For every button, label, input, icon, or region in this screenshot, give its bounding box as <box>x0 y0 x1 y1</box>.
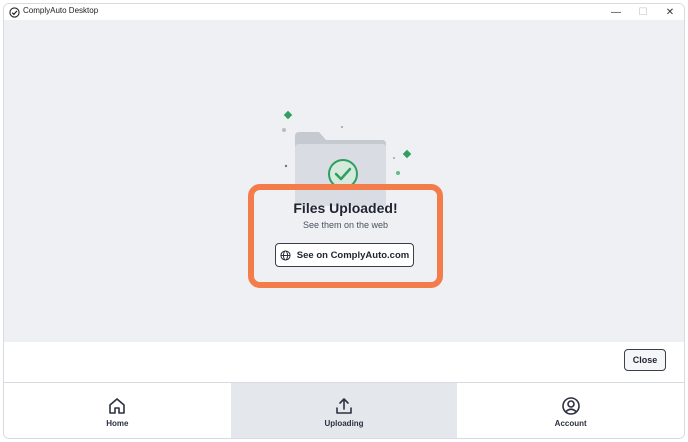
app-window: ComplyAuto Desktop — ☐ ✕ Files Uploaded!… <box>3 3 685 439</box>
close-button[interactable]: Close <box>624 349 666 371</box>
app-logo-icon <box>9 7 20 18</box>
see-on-web-label: See on ComplyAuto.com <box>296 249 410 261</box>
upload-status-title: Files Uploaded! <box>293 200 398 216</box>
window-title: ComplyAuto Desktop <box>23 6 99 15</box>
nav-item-home[interactable]: Home <box>4 383 231 438</box>
title-bar: ComplyAuto Desktop — ☐ ✕ <box>4 4 684 20</box>
nav-item-account[interactable]: Account <box>457 383 684 438</box>
upload-status-panel: Files Uploaded! See them on the web See … <box>4 20 684 342</box>
home-icon <box>109 397 126 414</box>
account-icon <box>561 396 580 415</box>
nav-item-uploading[interactable]: Uploading <box>230 383 458 438</box>
bottom-nav: Home Uploading Account <box>4 382 684 438</box>
see-on-web-button[interactable]: See on ComplyAuto.com <box>275 243 414 267</box>
upload-icon <box>336 397 352 414</box>
nav-label-account: Account <box>554 418 587 428</box>
nav-label-uploading: Uploading <box>324 418 364 428</box>
footer-bar <box>4 342 684 382</box>
minimize-button[interactable]: — <box>603 4 629 20</box>
upload-status-subtitle: See them on the web <box>302 220 389 230</box>
globe-icon <box>280 249 291 261</box>
maximize-button[interactable]: ☐ <box>630 4 656 20</box>
nav-label-home: Home <box>106 418 129 428</box>
close-window-button[interactable]: ✕ <box>657 4 683 20</box>
